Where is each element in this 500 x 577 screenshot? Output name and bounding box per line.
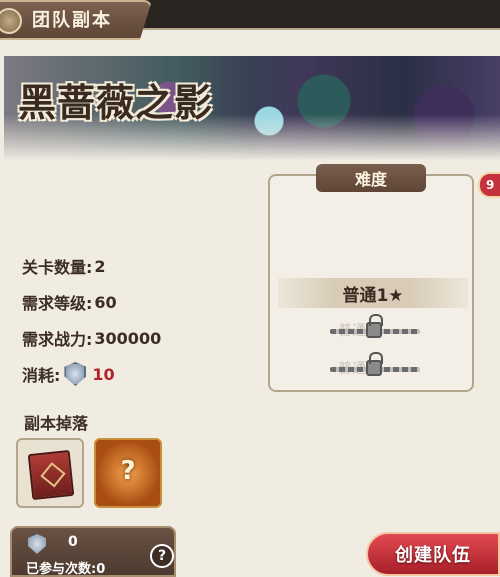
level-row: 需求等级: 60 <box>22 284 161 320</box>
create-team-button[interactable]: 创建队伍 <box>366 532 500 576</box>
difficulty-title: 难度 <box>316 164 426 192</box>
power-row: 需求战力: 300000 <box>22 320 161 356</box>
level-label: 需求等级: <box>22 294 93 313</box>
power-value: 300000 <box>94 328 162 348</box>
power-label: 需求战力: <box>22 330 93 349</box>
difficulty-option-locked[interactable]: 普通3 <box>330 352 420 382</box>
cost-label: 消耗: <box>22 366 61 385</box>
shield-ticket-icon <box>28 534 46 554</box>
shield-ticket-icon <box>64 362 87 386</box>
difficulty-option-selected[interactable]: 普通1★ <box>278 278 468 308</box>
help-button[interactable]: ? <box>150 544 174 568</box>
drops-title: 副本掉落 <box>24 414 89 433</box>
stage-count-row: 关卡数量: 2 <box>22 248 161 284</box>
stage-count-value: 2 <box>94 256 106 276</box>
drop-item-book[interactable] <box>16 438 84 508</box>
dungeon-stats: 关卡数量: 2 需求等级: 60 需求战力: 300000 消耗: 10 <box>22 248 161 392</box>
cost-row: 消耗: 10 <box>22 356 161 392</box>
drop-item-mystery[interactable]: ? <box>94 438 162 508</box>
mystery-icon: ? <box>120 456 136 486</box>
ticket-count: 0 <box>68 534 78 550</box>
page-title: 团队副本 <box>32 10 112 31</box>
participation-bar: 0 已参与次数:0 ? <box>10 526 176 577</box>
cost-value: 10 <box>92 364 115 384</box>
stage-count-label: 关卡数量: <box>22 258 93 277</box>
difficulty-option-locked[interactable]: 普通2 <box>330 314 420 344</box>
side-tab-badge[interactable]: 9 <box>478 172 500 198</box>
difficulty-panel: 难度 普通1★ 普通2 普通3 <box>268 164 474 392</box>
title-tab: 团队副本 <box>0 0 152 40</box>
level-value: 60 <box>94 292 117 312</box>
lock-icon <box>366 314 383 338</box>
lock-icon <box>366 352 383 376</box>
back-icon[interactable] <box>0 8 22 34</box>
spellbook-icon <box>27 449 75 501</box>
participation-count: 已参与次数:0 <box>26 562 106 577</box>
dungeon-name: 黑蔷薇之影 <box>18 80 214 125</box>
